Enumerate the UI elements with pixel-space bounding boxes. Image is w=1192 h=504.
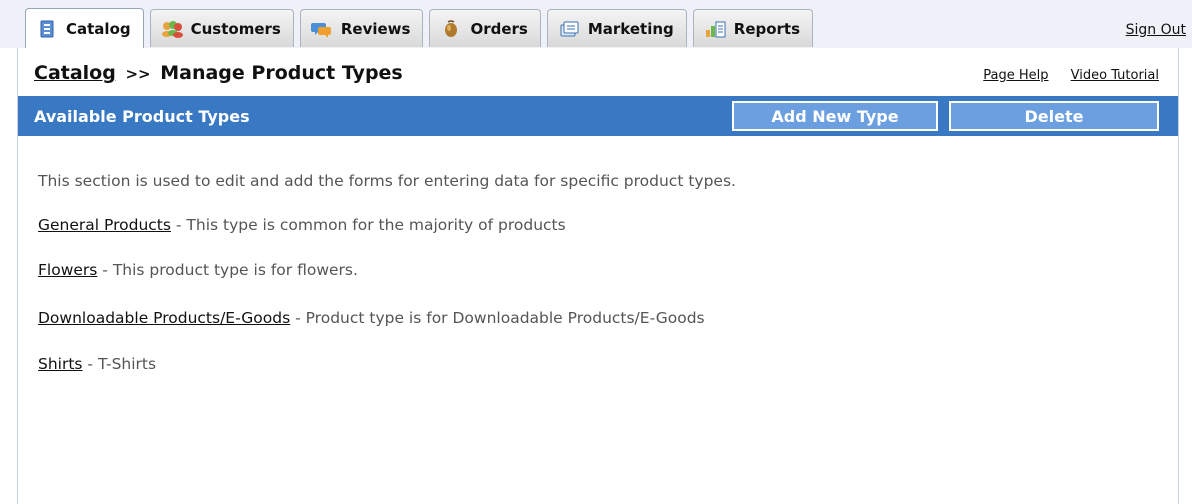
product-type-description: - This product type is for flowers. bbox=[97, 261, 358, 279]
product-type-link[interactable]: General Products bbox=[38, 216, 171, 234]
product-type-description: - T-Shirts bbox=[82, 355, 157, 373]
section-header-bar: Available Product Types Add New Type Del… bbox=[18, 96, 1178, 136]
product-type-link[interactable]: Shirts bbox=[38, 355, 83, 373]
product-type-row: General Products - This type is common f… bbox=[38, 216, 566, 234]
customers-icon bbox=[161, 20, 183, 38]
tab-label: Marketing bbox=[587, 19, 674, 38]
page-help-link[interactable]: Page Help bbox=[983, 68, 1048, 83]
help-links: Page Help Video Tutorial bbox=[965, 68, 1159, 83]
product-type-row: Downloadable Products/E-Goods - Product … bbox=[38, 309, 705, 327]
delete-button[interactable]: Delete bbox=[949, 101, 1159, 131]
catalog-icon bbox=[36, 20, 58, 38]
reports-icon bbox=[704, 20, 726, 38]
product-type-description: - Product type is for Downloadable Produ… bbox=[290, 309, 705, 327]
marketing-icon bbox=[558, 20, 580, 38]
tab-customers[interactable]: Customers bbox=[149, 9, 294, 47]
breadcrumb-separator: >> bbox=[125, 65, 151, 83]
product-type-row: Flowers - This product type is for flowe… bbox=[38, 261, 358, 279]
page: Catalog Customers Reviews Orders Marketi… bbox=[0, 0, 1192, 504]
video-tutorial-link[interactable]: Video Tutorial bbox=[1071, 68, 1159, 83]
tab-list: Catalog Customers Reviews Orders Marketi… bbox=[25, 8, 819, 48]
tab-label: Reports bbox=[733, 19, 801, 38]
orders-icon bbox=[440, 19, 462, 38]
product-type-row: Shirts - T-Shirts bbox=[38, 355, 156, 373]
reviews-icon bbox=[310, 20, 333, 38]
breadcrumb: Catalog >> Manage Product Types bbox=[34, 62, 403, 84]
tab-bar: Catalog Customers Reviews Orders Marketi… bbox=[0, 0, 1192, 48]
page-title: Manage Product Types bbox=[160, 62, 403, 84]
sign-out-link[interactable]: Sign Out bbox=[1126, 22, 1186, 38]
breadcrumb-catalog-link[interactable]: Catalog bbox=[34, 62, 116, 84]
add-new-type-button[interactable]: Add New Type bbox=[732, 101, 938, 131]
tab-reviews[interactable]: Reviews bbox=[299, 9, 424, 47]
tab-orders[interactable]: Orders bbox=[429, 9, 541, 47]
tab-label: Orders bbox=[470, 19, 528, 38]
intro-text: This section is used to edit and add the… bbox=[38, 172, 736, 190]
tab-label: Catalog bbox=[66, 19, 131, 38]
tab-catalog[interactable]: Catalog bbox=[25, 8, 144, 48]
section-title: Available Product Types bbox=[34, 107, 250, 126]
product-type-description: - This type is common for the majority o… bbox=[170, 216, 566, 234]
tab-marketing[interactable]: Marketing bbox=[546, 9, 687, 47]
product-type-link[interactable]: Downloadable Products/E-Goods bbox=[38, 309, 290, 327]
main-content: Catalog >> Manage Product Types Page Hel… bbox=[17, 48, 1179, 504]
product-type-link[interactable]: Flowers bbox=[38, 261, 97, 279]
tab-label: Customers bbox=[190, 19, 281, 38]
tab-label: Reviews bbox=[340, 19, 411, 38]
tab-reports[interactable]: Reports bbox=[692, 9, 814, 47]
